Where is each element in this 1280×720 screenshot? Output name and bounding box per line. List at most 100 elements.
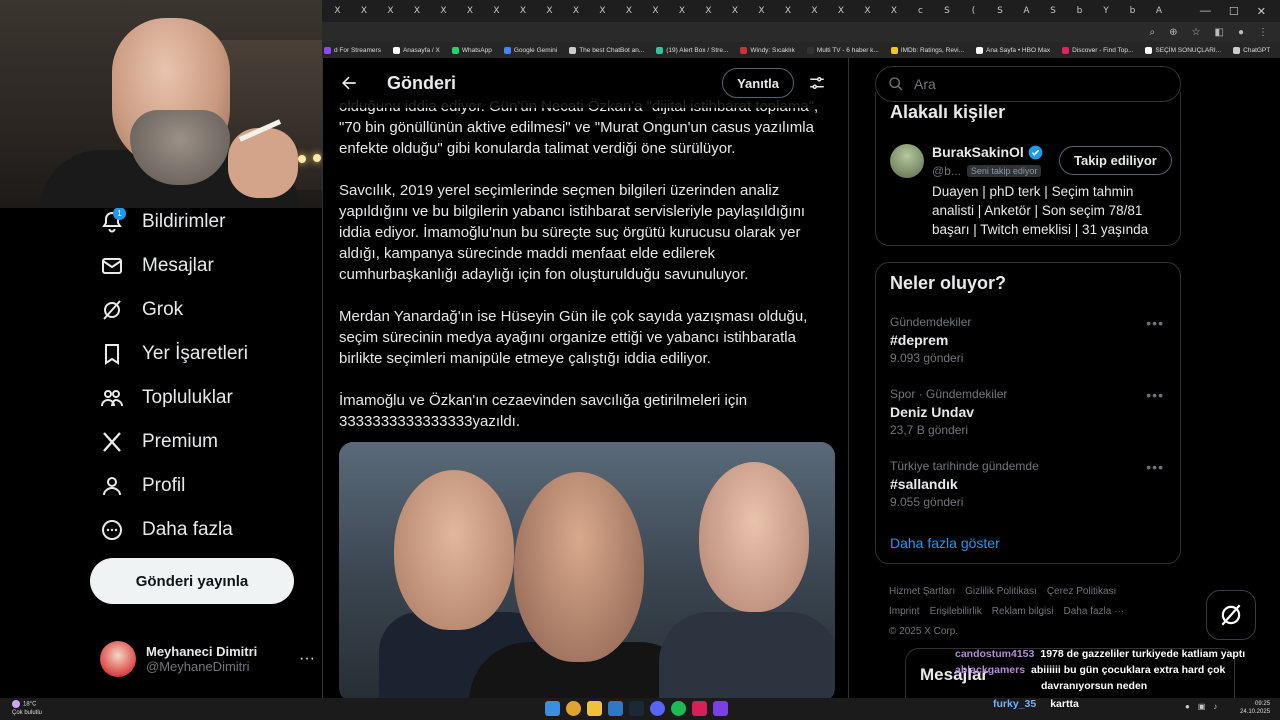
bookmark-item[interactable]: Ana Sayfa • HBO Max	[976, 46, 1050, 54]
chrome-icon[interactable]	[566, 701, 581, 716]
post-image[interactable]	[339, 442, 835, 698]
browser-tab[interactable]: X	[856, 3, 879, 19]
bookmark-item[interactable]: Anasayfa / X	[392, 46, 440, 54]
nav-item-mail[interactable]: Mesajlar	[90, 244, 320, 288]
bookmark-item[interactable]: SEÇİM SONUÇLARI...	[1145, 46, 1221, 54]
discord-icon[interactable]	[650, 701, 665, 716]
footer-link[interactable]: Daha fazla ···	[1063, 606, 1124, 617]
start-icon[interactable]	[545, 701, 560, 716]
bookmark-item[interactable]: The best ChatBot an...	[569, 46, 644, 54]
post-button[interactable]: Gönderi yayınla	[90, 558, 294, 604]
browser-tab[interactable]: X	[379, 3, 402, 19]
browser-tab[interactable]: X	[591, 3, 614, 19]
browser-tab[interactable]: X	[697, 3, 720, 19]
clock[interactable]: 09:25 24.10.2025	[1240, 700, 1270, 716]
browser-tab[interactable]: X	[326, 3, 349, 19]
nav-item-more-circle[interactable]: Daha fazla	[90, 508, 320, 552]
browser-tab[interactable]: S	[989, 3, 1012, 19]
nav-item-communities[interactable]: Topluluklar	[90, 376, 320, 420]
bookmark-item[interactable]: ChatGPT	[1233, 46, 1270, 54]
search-input[interactable]	[914, 76, 1154, 92]
show-more-link[interactable]: Daha fazla göster	[890, 535, 1000, 551]
bookmark-item[interactable]: d For Streamers	[324, 46, 381, 54]
browser-tab[interactable]: X	[644, 3, 667, 19]
browser-tab[interactable]: X	[353, 3, 376, 19]
volume-icon[interactable]: ♪	[1213, 702, 1217, 711]
bookmark-item[interactable]: Google Gemini	[503, 46, 557, 54]
trend-item[interactable]: Spor · Gündemdekiler Deniz Undav 23,7 B …	[890, 387, 1170, 437]
spotify-icon[interactable]	[671, 701, 686, 716]
extensions-icon[interactable]: ◧	[1215, 27, 1224, 38]
footer-link[interactable]: Gizlilik Politikası	[965, 586, 1037, 597]
browser-tab[interactable]: X	[485, 3, 508, 19]
search-box[interactable]	[875, 66, 1181, 102]
following-button[interactable]: Takip ediliyor	[1059, 146, 1172, 175]
browser-tab[interactable]: X	[803, 3, 826, 19]
bookmark-item[interactable]: WhatsApp	[451, 46, 492, 54]
nav-item-x-logo[interactable]: Premium	[90, 420, 320, 464]
profile-icon[interactable]: ●	[1238, 27, 1244, 38]
browser-tab[interactable]: A	[1148, 3, 1171, 19]
translate-icon[interactable]: ⊕	[1169, 27, 1177, 38]
browser-tab[interactable]: X	[750, 3, 773, 19]
browser-tab[interactable]: X	[565, 3, 588, 19]
grok-button[interactable]	[1206, 590, 1256, 640]
trend-item[interactable]: Türkiye tarihinde gündemde #sallandık 9.…	[890, 459, 1170, 509]
browser-tab[interactable]: X	[538, 3, 561, 19]
footer-link[interactable]: Reklam bilgisi	[992, 606, 1054, 617]
avatar[interactable]	[890, 144, 924, 178]
browser-tab[interactable]: A	[1015, 3, 1038, 19]
browser-tab[interactable]: S	[1042, 3, 1065, 19]
browser-tab[interactable]: b	[1121, 3, 1144, 19]
maximize-icon[interactable]: ☐	[1229, 5, 1239, 18]
bookmark-star-icon[interactable]: ☆	[1192, 27, 1201, 38]
nav-item-profile[interactable]: Profil	[90, 464, 320, 508]
nav-item-bookmark[interactable]: Yer İşaretleri	[90, 332, 320, 376]
bookmark-item[interactable]: Discover - Find Top...	[1062, 46, 1133, 54]
nav-item-grok[interactable]: Grok	[90, 288, 320, 332]
zoom-icon[interactable]: ⌕	[1150, 27, 1156, 38]
account-switcher[interactable]: Meyhaneci Dimitri @MeyhaneDimitri ···	[100, 637, 315, 681]
back-arrow-icon[interactable]	[339, 73, 359, 93]
trend-item[interactable]: Gündemdekiler #deprem 9.093 gönderi •••	[890, 315, 1170, 365]
browser-tab[interactable]: X	[406, 3, 429, 19]
browser-tab[interactable]: c	[909, 3, 932, 19]
reply-button[interactable]: Yanıtla	[722, 68, 794, 98]
browser-tab[interactable]: Y	[1095, 3, 1118, 19]
app-icon[interactable]	[713, 701, 728, 716]
browser-tab[interactable]: X	[618, 3, 641, 19]
browser-tab[interactable]: b	[1068, 3, 1091, 19]
bookmark-item[interactable]: IMDb: Ratings, Revi...	[890, 46, 964, 54]
bookmark-item[interactable]: (19) Alert Box / Stre...	[656, 46, 728, 54]
more-options-icon[interactable]: •••	[1146, 315, 1164, 331]
app-icon[interactable]	[608, 701, 623, 716]
steam-icon[interactable]	[629, 701, 644, 716]
browser-menu-icon[interactable]: ⋮	[1258, 27, 1268, 38]
footer-link[interactable]: Erişilebilirlik	[930, 606, 982, 617]
mic-icon[interactable]: ●	[1185, 702, 1190, 711]
more-options-icon[interactable]: •••	[1146, 387, 1164, 403]
browser-tab[interactable]: X	[512, 3, 535, 19]
browser-tab[interactable]: S	[936, 3, 959, 19]
close-icon[interactable]: ✕	[1257, 5, 1266, 18]
browser-tab[interactable]: X	[724, 3, 747, 19]
settings-sliders-icon[interactable]	[808, 74, 826, 92]
browser-tab[interactable]: X	[459, 3, 482, 19]
weather-widget[interactable]: 18°C Çok bulutlu	[12, 700, 42, 717]
account-menu-icon[interactable]: ···	[299, 650, 315, 668]
browser-tab[interactable]: X	[432, 3, 455, 19]
minimize-icon[interactable]: —	[1200, 5, 1211, 18]
browser-tab[interactable]: X	[671, 3, 694, 19]
folder-icon[interactable]	[587, 701, 602, 716]
bookmark-item[interactable]: Multi TV - 6 haber k...	[806, 46, 879, 54]
browser-tab[interactable]: (	[962, 3, 985, 19]
footer-link[interactable]: Imprint	[889, 606, 920, 617]
network-icon[interactable]: ▣	[1198, 702, 1206, 711]
user-name-link[interactable]: BurakSakinOl	[932, 144, 1043, 160]
app-icon[interactable]	[692, 701, 707, 716]
more-options-icon[interactable]: •••	[1146, 459, 1164, 475]
footer-link[interactable]: Çerez Politikası	[1047, 586, 1116, 597]
footer-link[interactable]: Hizmet Şartları	[889, 586, 955, 597]
browser-tab[interactable]: X	[830, 3, 853, 19]
browser-tab[interactable]: X	[777, 3, 800, 19]
